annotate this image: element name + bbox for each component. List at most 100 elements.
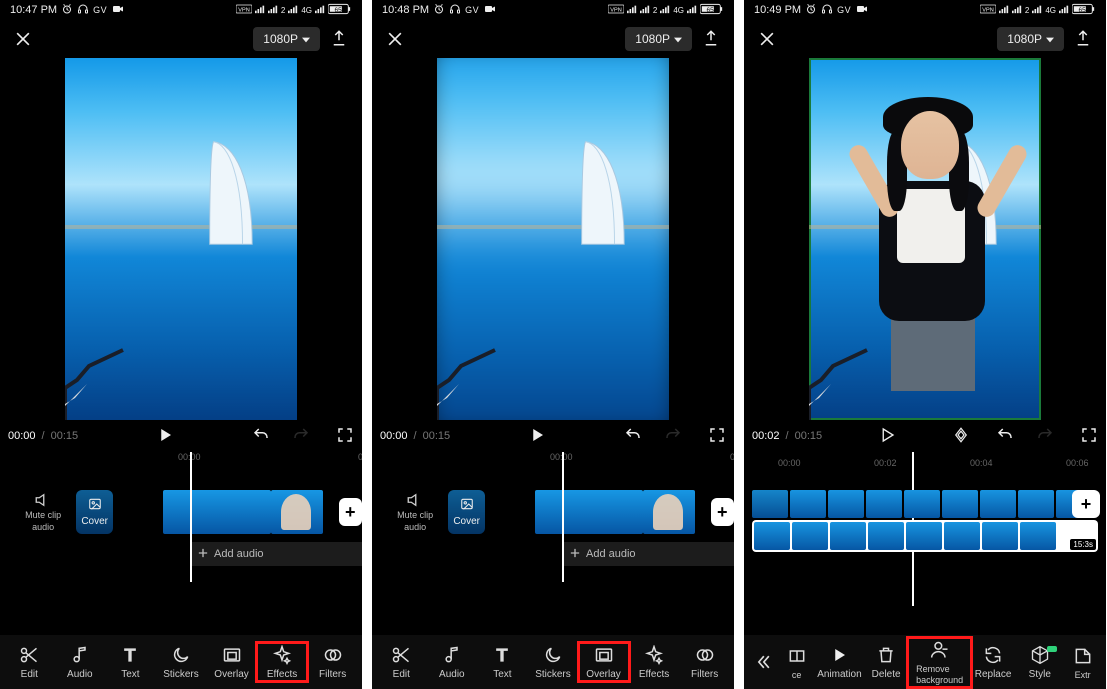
tool-filters-button[interactable]: Filters	[681, 644, 729, 680]
track-1[interactable]: +	[752, 490, 1098, 518]
timeline-ruler[interactable]: 00:0000:15	[0, 452, 362, 466]
clip-track[interactable]	[163, 490, 323, 534]
clip-thumb[interactable]	[828, 490, 864, 518]
timeline-ruler[interactable]: 00:0000:15	[372, 452, 734, 466]
close-button[interactable]	[384, 28, 406, 50]
undo-button[interactable]	[252, 426, 270, 447]
clip-thumb[interactable]	[904, 490, 940, 518]
redo-button[interactable]	[664, 426, 682, 447]
mute-clip-button[interactable]: Mute clipaudio	[18, 491, 68, 533]
redo-button[interactable]	[292, 426, 310, 447]
playhead[interactable]	[190, 452, 192, 582]
tool-edit-button[interactable]: Edit	[5, 644, 53, 680]
redo-button[interactable]	[1036, 426, 1054, 447]
time-sep: /	[786, 430, 789, 442]
play-button[interactable]	[878, 426, 896, 447]
tool-text-button[interactable]: Text	[478, 644, 526, 680]
tool-animation-button[interactable]: Animation	[816, 644, 863, 680]
timeline-ruler[interactable]: 00:0000:0200:0400:06	[744, 458, 1106, 472]
cover-button[interactable]: Cover	[76, 490, 113, 534]
person-overlay[interactable]	[851, 101, 1021, 401]
tool-delete-button[interactable]: Delete	[863, 644, 910, 680]
tool-effects-button[interactable]: Effects	[258, 644, 306, 680]
preview-canvas[interactable]	[65, 58, 297, 420]
add-audio-button[interactable]: Add audio	[562, 542, 734, 566]
clip-thumb[interactable]	[790, 490, 826, 518]
tool-filters-button[interactable]: Filters	[309, 644, 357, 680]
tool-replace-button[interactable]: Replace	[970, 644, 1017, 680]
resolution-label: 1080P	[263, 32, 298, 46]
clip-thumb[interactable]	[942, 490, 978, 518]
preview-canvas[interactable]	[809, 58, 1041, 420]
keyframe-button[interactable]	[952, 426, 970, 447]
clip-thumb[interactable]	[866, 490, 902, 518]
tool-removebg-button[interactable]: Removebackground	[909, 639, 969, 686]
ruler-mark: 00:00	[778, 458, 801, 468]
clip-thumb[interactable]	[830, 522, 866, 550]
export-button[interactable]	[330, 29, 350, 49]
tool-stickers-button[interactable]: Stickers	[157, 644, 205, 680]
clip-thumb[interactable]	[1018, 490, 1054, 518]
add-clip-button[interactable]: +	[1072, 490, 1100, 518]
export-button[interactable]	[702, 29, 722, 49]
tool-effects-button[interactable]: Effects	[630, 644, 678, 680]
tool-overlay-button[interactable]: Overlay	[208, 644, 256, 680]
resolution-button[interactable]: 1080P	[997, 27, 1064, 51]
clip-thumb[interactable]	[752, 490, 788, 518]
play-button[interactable]	[156, 426, 174, 447]
boat-bow	[65, 340, 125, 420]
undo-button[interactable]	[624, 426, 642, 447]
track-2-selected[interactable]: 15:3s	[752, 520, 1098, 552]
clip-thumb[interactable]	[906, 522, 942, 550]
tool-extr-button[interactable]: Extr	[1063, 645, 1102, 680]
tool-audio-button[interactable]: Audio	[56, 644, 104, 680]
resolution-button[interactable]: 1080P	[625, 27, 692, 51]
play-button[interactable]	[528, 426, 546, 447]
undo-button[interactable]	[996, 426, 1014, 447]
cover-button[interactable]: Cover	[448, 490, 485, 534]
clip-thumb[interactable]	[868, 522, 904, 550]
clip-track[interactable]	[535, 490, 695, 534]
close-button[interactable]	[756, 28, 778, 50]
tool-edit-button[interactable]: Edit	[377, 644, 425, 680]
fullscreen-button[interactable]	[336, 426, 354, 447]
toolbar-back-button[interactable]	[748, 642, 777, 682]
add-clip-button[interactable]: +	[339, 498, 362, 526]
transport-bar: 00:00 / 00:15	[0, 420, 362, 452]
network-label: 4G	[1045, 6, 1056, 15]
clip-thumb[interactable]	[1020, 522, 1056, 550]
timeline[interactable]: 00:0000:15 Mute clipaudioCover + Add audio	[372, 452, 734, 592]
clip-thumb[interactable]	[754, 522, 790, 550]
tool-style-button[interactable]: Style	[1016, 644, 1063, 680]
clip-thumb[interactable]	[980, 490, 1016, 518]
screenshot-3: 10:49 PMGVVPN24G651080P00:02 / 00:1500:0…	[744, 0, 1106, 689]
clip[interactable]	[163, 490, 271, 534]
timeline[interactable]: 00:0000:15 Mute clipaudioCover + Add audio	[0, 452, 362, 592]
clip[interactable]	[271, 490, 323, 534]
clip[interactable]	[643, 490, 695, 534]
tool-stickers-button[interactable]: Stickers	[529, 644, 577, 680]
mute-clip-button[interactable]: Mute clipaudio	[390, 491, 440, 533]
export-button[interactable]	[1074, 29, 1094, 49]
playhead[interactable]	[562, 452, 564, 582]
close-button[interactable]	[12, 28, 34, 50]
clip-thumb[interactable]	[944, 522, 980, 550]
tool-audio-button[interactable]: Audio	[428, 644, 476, 680]
fullscreen-button[interactable]	[1080, 426, 1098, 447]
add-audio-button[interactable]: Add audio	[190, 542, 362, 566]
tool-label: Effects	[639, 669, 669, 680]
clip-thumb[interactable]	[792, 522, 828, 550]
fullscreen-button[interactable]	[708, 426, 726, 447]
timeline[interactable]: 00:0000:0200:0400:06 +15:3s	[744, 452, 1106, 608]
status-time: 10:49 PM	[754, 4, 801, 16]
title-bar: 1080P	[744, 20, 1106, 58]
tool-text-button[interactable]: Text	[106, 644, 154, 680]
add-clip-button[interactable]: +	[711, 498, 734, 526]
preview-canvas[interactable]	[437, 58, 669, 420]
resolution-button[interactable]: 1080P	[253, 27, 320, 51]
tool-ce-button[interactable]: ce	[777, 645, 816, 680]
clip-thumb[interactable]	[982, 522, 1018, 550]
toolbar: EditAudioTextStickersOverlayEffectsFilte…	[0, 635, 362, 689]
tool-overlay-button[interactable]: Overlay	[580, 644, 628, 680]
clip[interactable]	[535, 490, 643, 534]
